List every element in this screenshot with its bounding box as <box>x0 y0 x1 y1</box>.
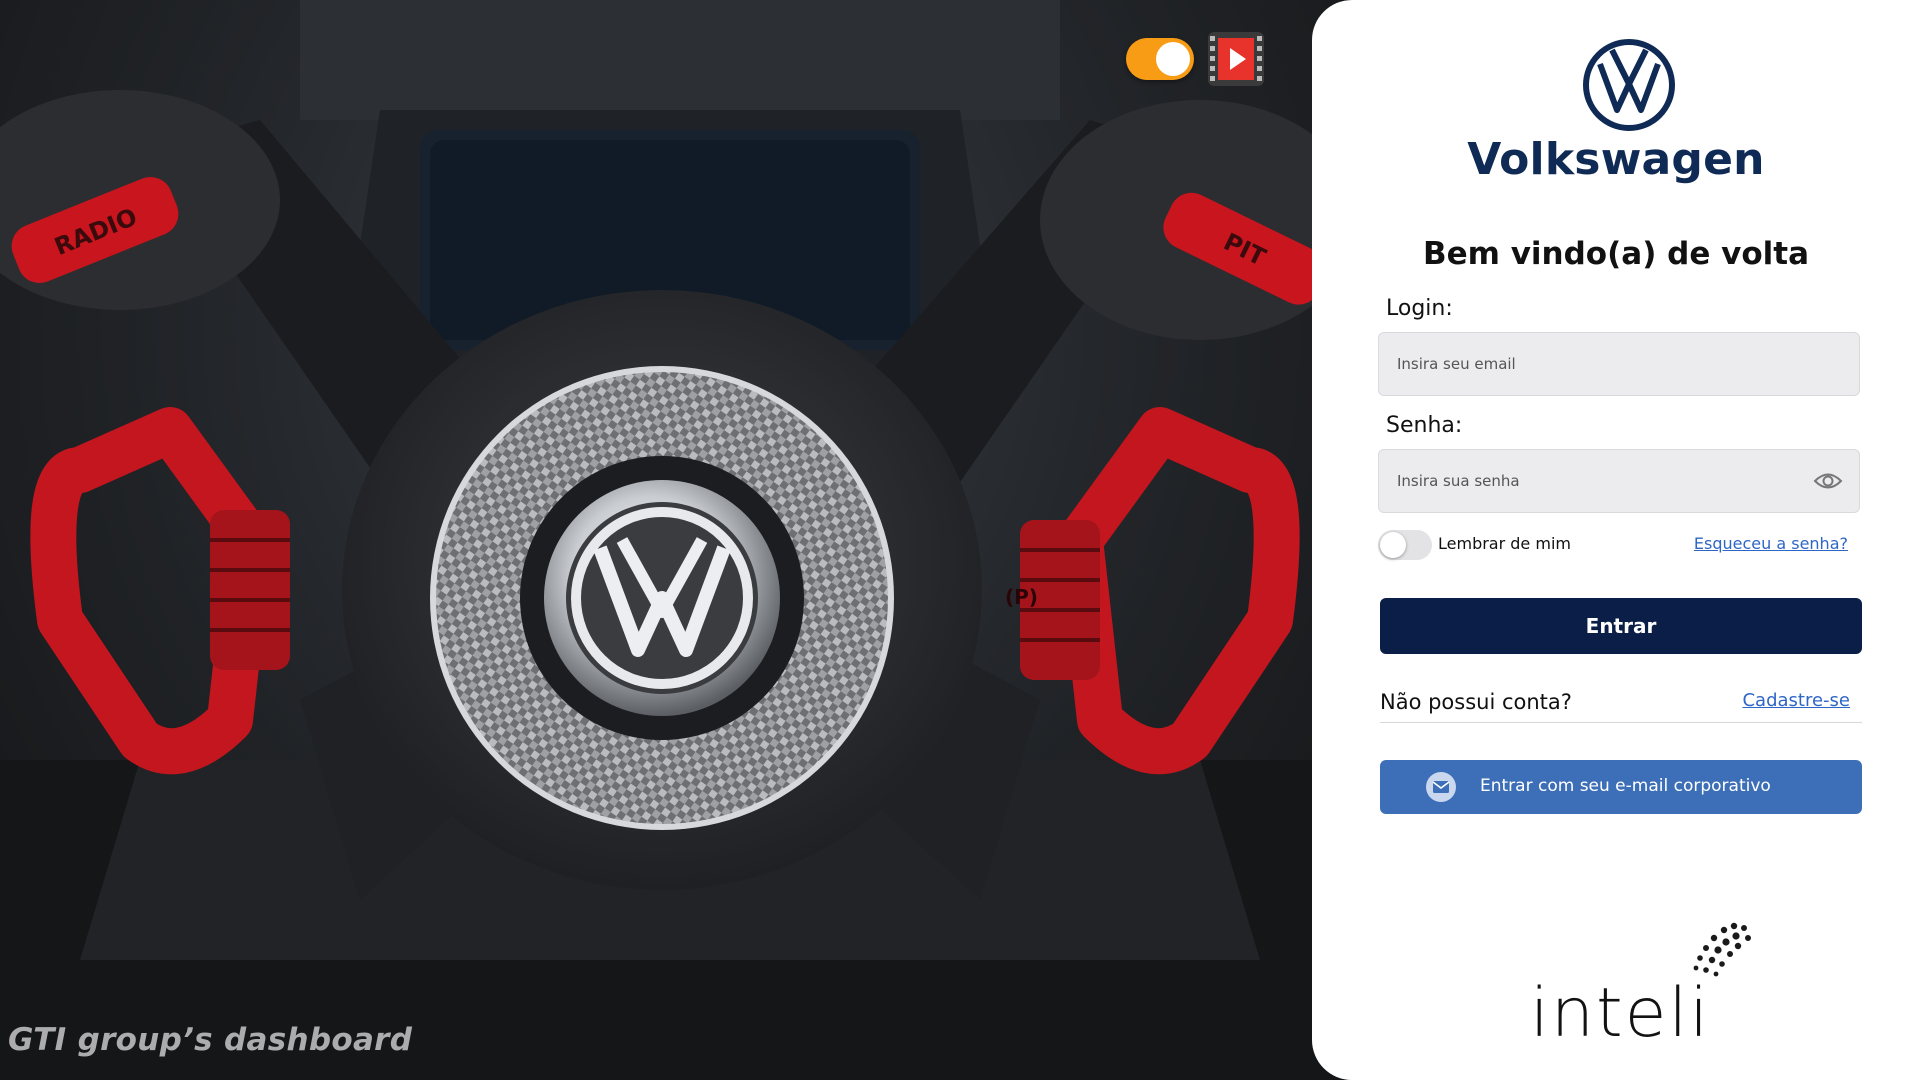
login-label: Login: <box>1386 296 1453 321</box>
login-panel: Volkswagen Bem vindo(a) de volta Login: … <box>1312 0 1920 1080</box>
password-label: Senha: <box>1386 413 1463 438</box>
password-field-wrap <box>1378 449 1860 513</box>
show-password-eye-icon[interactable] <box>1813 470 1843 492</box>
forgot-password-link[interactable]: Esqueceu a senha? <box>1694 534 1848 553</box>
login-submit-button[interactable]: Entrar <box>1380 598 1862 654</box>
toggle-knob <box>1156 42 1190 76</box>
corporate-email-login-button[interactable]: Entrar com seu e-mail corporativo <box>1380 760 1862 814</box>
brand-name: Volkswagen <box>1467 134 1765 185</box>
hero-image: RADIO PIT (P) GTI group’s dashboard <box>0 0 1340 1080</box>
signup-link[interactable]: Cadastre-se <box>1742 690 1850 711</box>
email-input[interactable] <box>1379 333 1859 395</box>
partner-logo: inteli <box>1530 974 1711 1053</box>
no-account-text: Não possui conta? <box>1380 690 1572 714</box>
theme-toggle[interactable] <box>1126 38 1194 80</box>
volkswagen-logo-icon <box>1583 39 1675 131</box>
steering-wheel-photo: RADIO PIT (P) <box>0 0 1340 1080</box>
remember-me-label: Lembrar de mim <box>1438 534 1571 553</box>
divider <box>1380 722 1862 723</box>
password-input[interactable] <box>1379 450 1859 512</box>
mail-icon <box>1426 772 1456 802</box>
remember-toggle-knob <box>1380 532 1406 558</box>
corporate-email-label: Entrar com seu e-mail corporativo <box>1480 776 1771 796</box>
play-video-icon[interactable] <box>1204 30 1268 88</box>
remember-me-toggle[interactable] <box>1378 530 1432 560</box>
gear-mark-text: (P) <box>1005 585 1038 609</box>
email-field-wrap <box>1378 332 1860 396</box>
page-title: Bem vindo(a) de volta <box>1422 236 1810 272</box>
dashboard-caption: GTI group’s dashboard <box>8 1022 413 1058</box>
